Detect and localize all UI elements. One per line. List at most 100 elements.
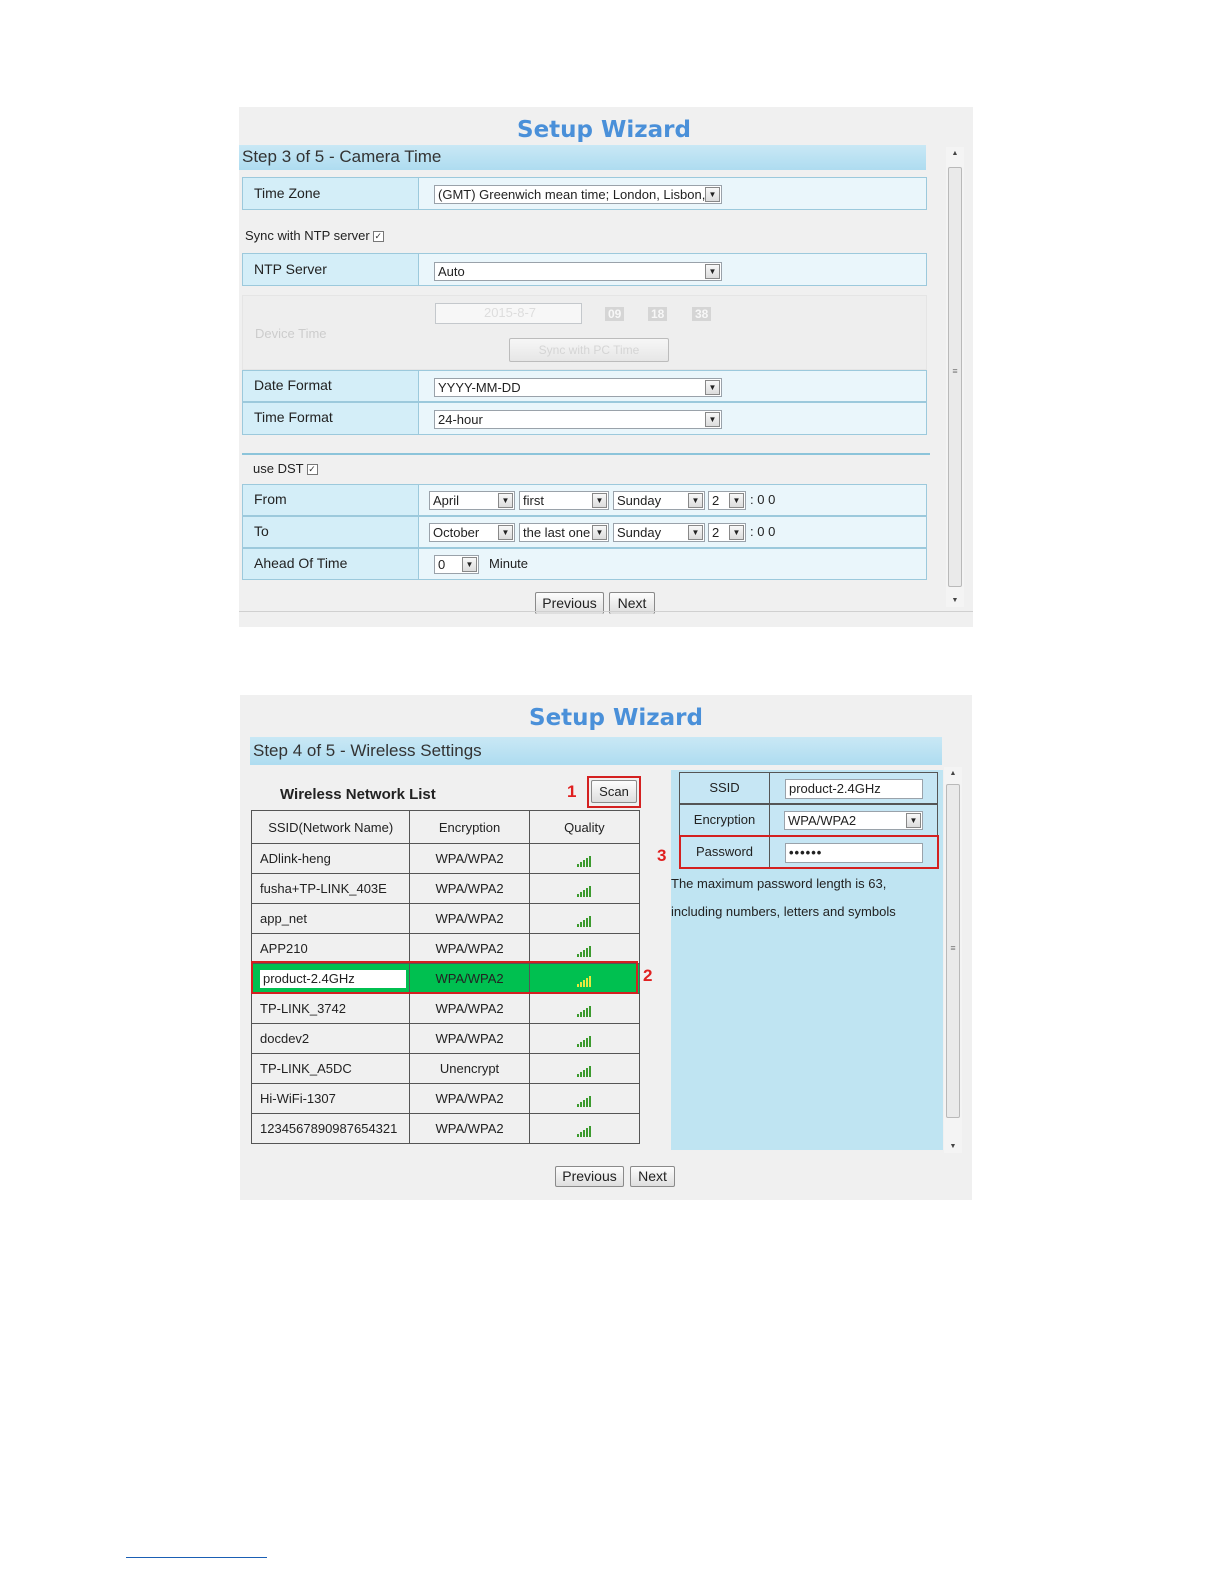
from-day-select[interactable]: Sunday ▼: [613, 491, 705, 510]
to-day-select[interactable]: Sunday ▼: [613, 523, 705, 542]
ssid-cell: product-2.4GHz: [770, 772, 938, 804]
table-row[interactable]: fusha+TP-LINK_403E WPA/WPA2: [250, 873, 641, 904]
network-ssid-cell: TP-LINK_A5DC: [250, 1053, 411, 1084]
column-quality: Quality: [528, 810, 641, 844]
to-week-select[interactable]: the last one ▼: [519, 523, 609, 542]
network-encryption: WPA/WPA2: [409, 933, 530, 964]
to-day-value: Sunday: [617, 525, 662, 540]
chevron-down-icon: ▼: [688, 525, 703, 540]
signal-strength-icon: [576, 882, 592, 897]
column-encryption: Encryption: [409, 810, 530, 844]
chevron-down-icon: ▼: [592, 525, 607, 540]
table-row[interactable]: app_net WPA/WPA2: [250, 903, 641, 934]
time-format-cell: 24-hour ▼: [419, 402, 927, 435]
signal-strength-icon: [576, 942, 592, 957]
network-encryption: WPA/WPA2: [409, 1113, 530, 1144]
network-quality: [528, 993, 641, 1024]
table-row[interactable]: Hi-WiFi-1307 WPA/WPA2: [250, 1083, 641, 1114]
scroll-up-icon[interactable]: ▲: [946, 150, 964, 157]
scroll-thumb[interactable]: [948, 167, 962, 587]
table-row[interactable]: docdev2 WPA/WPA2: [250, 1023, 641, 1054]
footnote-line: [126, 1557, 267, 1558]
device-time-label: Device Time: [255, 326, 327, 341]
password-hint-line2: including numbers, letters and symbols: [671, 904, 896, 919]
signal-strength-icon: [576, 1062, 592, 1077]
network-ssid: app_net: [260, 911, 307, 926]
sync-ntp-checkbox[interactable]: ✓: [372, 231, 384, 243]
from-cell: April ▼ first ▼ Sunday ▼ 2 ▼ : 0 0: [419, 484, 927, 516]
scan-button[interactable]: Scan: [591, 780, 637, 803]
network-encryption: Unencrypt: [409, 1053, 530, 1084]
table-header: SSID(Network Name) Encryption Quality: [250, 810, 641, 844]
scrollbar[interactable]: ▲ ≡ ▼: [944, 767, 962, 1153]
chevron-down-icon: ▼: [906, 813, 921, 828]
network-quality: [528, 1083, 641, 1114]
network-encryption: WPA/WPA2: [409, 1023, 530, 1054]
ahead-of-time-value: 0: [438, 557, 446, 572]
encryption-select[interactable]: WPA/WPA2 ▼: [784, 811, 923, 830]
table-row[interactable]: ADlink-heng WPA/WPA2: [250, 843, 641, 874]
grip-icon: ≡: [952, 366, 958, 376]
signal-strength-icon: [576, 1092, 592, 1107]
date-format-select[interactable]: YYYY-MM-DD ▼: [434, 378, 722, 397]
device-date-input: 2015-8-7: [435, 303, 582, 324]
minute-label: Minute: [489, 556, 529, 571]
table-row[interactable]: TP-LINK_3742 WPA/WPA2: [250, 993, 641, 1024]
time-zone-value: (GMT) Greenwich mean time; London, Lisbo…: [438, 187, 706, 202]
ahead-of-time-select[interactable]: 0 ▼: [434, 555, 479, 574]
setup-wizard-camera-time: Setup Wizard Step 3 of 5 - Camera Time T…: [239, 107, 973, 627]
device-time-block: Device Time 2015-8-7 09 18 38 Sync with …: [242, 295, 927, 370]
network-ssid-cell: app_net: [250, 903, 411, 934]
signal-strength-icon: [576, 1032, 592, 1047]
network-ssid: APP210: [260, 941, 308, 956]
network-quality: [528, 1023, 641, 1054]
from-week-select[interactable]: first ▼: [519, 491, 609, 510]
sync-ntp-label: Sync with NTP server: [245, 228, 370, 243]
scroll-up-icon[interactable]: ▲: [944, 770, 962, 777]
from-hour-select[interactable]: 2 ▼: [708, 491, 746, 510]
scroll-down-icon[interactable]: ▼: [946, 597, 964, 604]
next-button[interactable]: Next: [630, 1166, 675, 1187]
selected-network-highlight: [251, 961, 638, 994]
time-zone-cell: (GMT) Greenwich mean time; London, Lisbo…: [419, 177, 927, 210]
table-row[interactable]: APP210 WPA/WPA2: [250, 933, 641, 964]
network-encryption: WPA/WPA2: [409, 903, 530, 934]
to-month-select[interactable]: October ▼: [429, 523, 515, 542]
divider: [242, 453, 930, 455]
network-quality: [528, 903, 641, 934]
network-ssid-cell: Hi-WiFi-1307: [250, 1083, 411, 1114]
wizard-title: Setup Wizard: [529, 705, 703, 731]
use-dst-checkbox[interactable]: ✓: [306, 464, 318, 476]
signal-strength-icon: [576, 1122, 592, 1137]
ssid-input[interactable]: product-2.4GHz: [785, 779, 923, 799]
to-hour-select[interactable]: 2 ▼: [708, 523, 746, 542]
table-row[interactable]: 1234567890987654321 WPA/WPA2: [250, 1113, 641, 1144]
network-quality: [528, 933, 641, 964]
from-month-value: April: [433, 493, 460, 508]
to-week-value: the last one: [523, 525, 591, 540]
use-dst-label: use DST: [253, 461, 304, 476]
from-label: From: [242, 484, 419, 516]
ssid-label: SSID: [679, 772, 770, 804]
network-ssid: TP-LINK_3742: [260, 1001, 346, 1016]
network-quality: [528, 1113, 641, 1144]
chevron-down-icon: ▼: [705, 264, 720, 279]
to-label: To: [242, 516, 419, 548]
scroll-down-icon[interactable]: ▼: [944, 1143, 962, 1150]
network-encryption: WPA/WPA2: [409, 843, 530, 874]
network-quality: [528, 843, 641, 874]
use-dst-row: use DST ✓: [253, 461, 318, 476]
ntp-server-select[interactable]: Auto ▼: [434, 262, 722, 281]
chevron-down-icon: ▼: [592, 493, 607, 508]
network-ssid-cell: fusha+TP-LINK_403E: [250, 873, 411, 904]
chevron-down-icon: ▼: [705, 412, 720, 427]
from-month-select[interactable]: April ▼: [429, 491, 515, 510]
time-format-select[interactable]: 24-hour ▼: [434, 410, 722, 429]
marker-3: 3: [657, 846, 667, 865]
to-minutes: : 0 0: [750, 524, 776, 539]
scrollbar[interactable]: ▲ ≡ ▼: [946, 147, 964, 607]
previous-button[interactable]: Previous: [555, 1166, 624, 1187]
network-quality: [528, 1053, 641, 1084]
table-row[interactable]: TP-LINK_A5DC Unencrypt: [250, 1053, 641, 1084]
time-zone-select[interactable]: (GMT) Greenwich mean time; London, Lisbo…: [434, 185, 722, 204]
